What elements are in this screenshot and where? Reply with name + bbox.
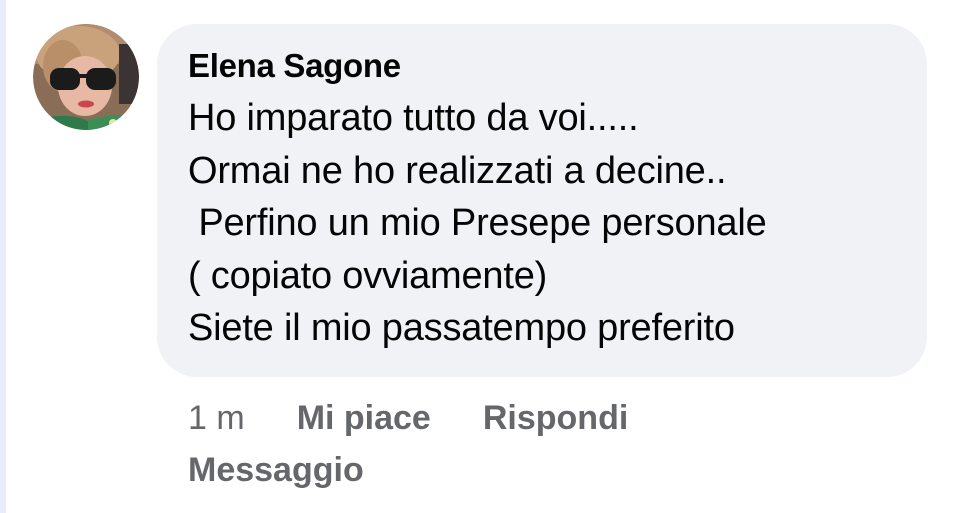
comment-timestamp[interactable]: 1 m (188, 392, 245, 444)
avatar-image (33, 24, 139, 130)
message-button[interactable]: Messaggio (188, 444, 748, 496)
comment-line: Siete il mio passatempo preferito (188, 307, 735, 349)
comment-line: ( copiato ovviamente) (188, 254, 548, 297)
like-button[interactable]: Mi piace (297, 392, 431, 444)
comment-actions: 1 m Mi piace Rispondi Messaggio (188, 392, 748, 496)
comment-text: Ho imparato tutto da voi..... Ormai ne h… (188, 92, 897, 355)
comment-line: Ho imparato tutto da voi..... (188, 97, 639, 139)
author-name[interactable]: Elena Sagone (188, 46, 897, 86)
comment-bubble: Elena Sagone Ho imparato tutto da voi...… (157, 24, 927, 377)
left-border (0, 0, 6, 513)
reply-button[interactable]: Rispondi (483, 392, 628, 444)
avatar[interactable] (33, 24, 139, 130)
comment-line: Perfino un mio Presepe personale (188, 202, 767, 244)
comment-line: Ormai ne ho realizzati a decine.. (188, 149, 727, 192)
